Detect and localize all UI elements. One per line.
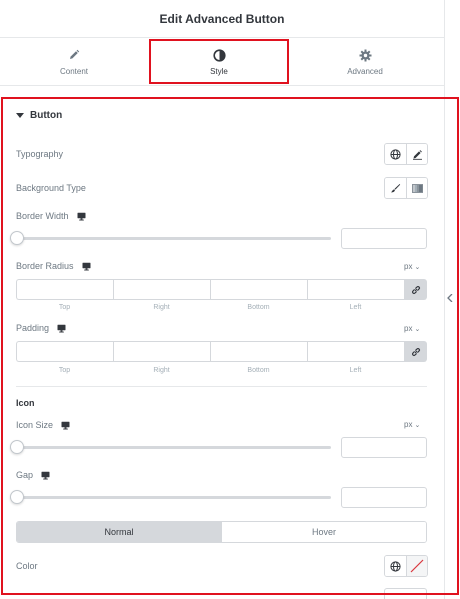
section-header-button[interactable]: Button <box>16 110 62 121</box>
link-icon[interactable] <box>404 341 427 362</box>
padding-right-input[interactable] <box>113 341 210 362</box>
icon-size-slider[interactable] <box>10 440 331 454</box>
side-label-top: Top <box>58 367 71 374</box>
side-label-right: Right <box>153 304 170 311</box>
side-label-bottom: Bottom <box>247 304 270 311</box>
color-label: Color <box>16 561 38 571</box>
chevron-down-icon: ⌄ <box>414 263 421 271</box>
panel-title: Edit Advanced Button <box>159 11 285 26</box>
monitor-icon[interactable] <box>61 421 70 430</box>
background-type-controls <box>384 177 428 199</box>
side-label-top: Top <box>58 304 71 311</box>
pencil-icon <box>68 48 80 62</box>
link-icon[interactable] <box>404 279 427 300</box>
chevron-down-icon: ⌄ <box>414 325 421 333</box>
background-type-label-text: Background Type <box>16 183 86 193</box>
border-radius-label: Border Radius <box>16 261 91 271</box>
slider-track <box>16 237 331 240</box>
icon-subheading: Icon <box>16 398 35 408</box>
icon-size-unit-select[interactable]: px ⌄ <box>404 420 420 429</box>
monitor-icon[interactable] <box>82 262 91 271</box>
border-width-input[interactable] <box>341 228 427 249</box>
border-radius-side-labels: Top Right Bottom Left <box>16 304 404 311</box>
slider-track <box>16 446 331 449</box>
padding-left-input[interactable] <box>307 341 404 362</box>
gear-icon <box>359 48 372 62</box>
border-radius-dimensions <box>16 279 427 300</box>
section-title: Button <box>30 110 63 121</box>
state-tabs: Normal Hover <box>16 521 427 543</box>
typography-controls <box>384 143 428 165</box>
padding-side-labels: Top Right Bottom Left <box>16 367 404 374</box>
border-radius-left-input[interactable] <box>307 279 404 300</box>
tab-content-label: Content <box>59 67 89 76</box>
padding-unit-select[interactable]: px ⌄ <box>404 324 420 333</box>
unit-label: px <box>404 262 413 271</box>
monitor-icon[interactable] <box>41 471 50 480</box>
monitor-icon[interactable] <box>77 212 86 221</box>
border-radius-bottom-input[interactable] <box>210 279 307 300</box>
side-label-left: Left <box>349 367 362 374</box>
padding-dimensions <box>16 341 427 362</box>
gap-slider[interactable] <box>10 490 331 504</box>
color-swatch[interactable] <box>406 556 427 576</box>
padding-label-text: Padding <box>16 323 50 333</box>
border-width-slider[interactable] <box>10 231 331 245</box>
gap-input[interactable] <box>341 487 427 508</box>
tab-advanced-label: Advanced <box>347 67 383 76</box>
slider-thumb[interactable] <box>10 231 24 245</box>
panel-header: Edit Advanced Button <box>0 0 444 38</box>
border-radius-top-input[interactable] <box>16 279 113 300</box>
monitor-icon[interactable] <box>57 324 66 333</box>
side-label-right: Right <box>153 367 170 374</box>
half-circle-icon <box>212 48 226 62</box>
tab-style[interactable]: Style <box>148 38 290 86</box>
gap-label: Gap <box>16 470 50 480</box>
padding-bottom-input[interactable] <box>210 341 307 362</box>
background-type-label: Background Type <box>16 183 86 193</box>
chevron-down-icon: ⌄ <box>414 421 421 429</box>
padding-label: Padding <box>16 323 66 333</box>
tab-hover[interactable]: Hover <box>221 522 426 542</box>
edit-typography-pencil-icon[interactable] <box>406 144 427 164</box>
slider-thumb[interactable] <box>10 490 24 504</box>
gradient-icon[interactable] <box>406 178 427 198</box>
unit-label: px <box>404 324 413 333</box>
icon-size-label: Icon Size <box>16 420 70 430</box>
padding-top-input[interactable] <box>16 341 113 362</box>
panel-tabs: Content Style Advanced <box>0 38 444 86</box>
tab-content[interactable]: Content <box>0 38 148 86</box>
icon-size-input[interactable] <box>341 437 427 458</box>
brush-icon[interactable] <box>385 178 406 198</box>
collapse-panel-icon[interactable] <box>444 285 456 311</box>
section-divider <box>16 386 427 387</box>
color-label-text: Color <box>16 561 38 571</box>
slider-thumb[interactable] <box>10 440 24 454</box>
globe-icon[interactable] <box>385 144 406 164</box>
typography-label: Typography <box>16 149 63 159</box>
globe-icon[interactable] <box>385 556 406 576</box>
gap-label-text: Gap <box>16 470 34 480</box>
border-radius-label-text: Border Radius <box>16 261 74 271</box>
tab-normal[interactable]: Normal <box>17 522 221 542</box>
slider-track <box>16 496 331 499</box>
icon-size-label-text: Icon Size <box>16 420 54 430</box>
border-width-label: Border Width <box>16 211 86 221</box>
side-label-left: Left <box>349 304 362 311</box>
border-width-label-text: Border Width <box>16 211 69 221</box>
tab-advanced[interactable]: Advanced <box>290 38 440 86</box>
caret-down-icon <box>16 113 24 118</box>
unit-label: px <box>404 420 413 429</box>
tab-style-label: Style <box>210 67 228 76</box>
side-label-bottom: Bottom <box>247 367 270 374</box>
color-controls <box>384 555 428 577</box>
border-radius-unit-select[interactable]: px ⌄ <box>404 262 420 271</box>
border-radius-right-input[interactable] <box>113 279 210 300</box>
next-control-box <box>384 588 427 599</box>
typography-label-text: Typography <box>16 149 64 159</box>
